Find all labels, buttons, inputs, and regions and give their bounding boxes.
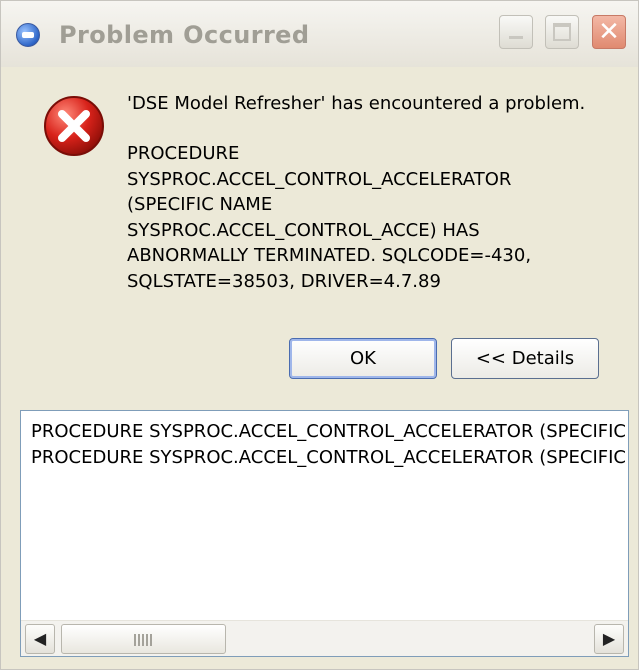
ok-button[interactable]: OK (289, 338, 437, 379)
maximize-button[interactable] (545, 15, 579, 49)
error-message-line: PROCEDURE (127, 143, 240, 164)
error-message-line: SYSPROC.ACCEL_CONTROL_ACCELERATOR (127, 168, 512, 190)
problem-dialog: Problem Occurred ✕ 'DSE Model Refresher'… (0, 0, 639, 670)
grip-icon (134, 634, 154, 646)
error-message-line: (SPECIFIC NAME (127, 194, 273, 215)
error-headline: 'DSE Model Refresher' has encountered a … (127, 93, 586, 114)
scroll-right-button[interactable]: ▶ (594, 624, 624, 654)
close-button[interactable]: ✕ (592, 15, 626, 49)
horizontal-scrollbar[interactable]: ◀ ▶ (21, 620, 628, 656)
arrow-right-icon: ▶ (602, 629, 616, 648)
minimize-icon (509, 36, 523, 39)
app-icon (16, 23, 40, 47)
error-message-line: SQLSTATE=38503, DRIVER=4.7.89 (127, 270, 441, 292)
arrow-left-icon: ◀ (33, 629, 47, 648)
error-message-line: SYSPROC.ACCEL_CONTROL_ACCE) HAS (127, 219, 480, 241)
error-icon (44, 96, 104, 156)
window-title: Problem Occurred (59, 21, 310, 49)
details-line: PROCEDURE SYSPROC.ACCEL_CONTROL_ACCELERA… (31, 421, 629, 442)
scrollbar-thumb[interactable] (61, 624, 226, 654)
maximize-icon (553, 23, 571, 41)
error-message-line: ABNORMALLY TERMINATED. SQLCODE=-430, (127, 245, 532, 266)
title-bar[interactable]: Problem Occurred ✕ (1, 1, 638, 67)
details-toggle-button[interactable]: << Details (451, 338, 599, 379)
scroll-left-button[interactable]: ◀ (25, 624, 55, 654)
error-message: PROCEDURE SYSPROC.ACCEL_CONTROL_ACCELERA… (127, 141, 627, 294)
minimize-button[interactable] (499, 15, 533, 49)
details-text-area[interactable]: PROCEDURE SYSPROC.ACCEL_CONTROL_ACCELERA… (20, 410, 629, 657)
details-line: PROCEDURE SYSPROC.ACCEL_CONTROL_ACCELERA… (31, 447, 629, 468)
close-icon: ✕ (598, 17, 620, 47)
